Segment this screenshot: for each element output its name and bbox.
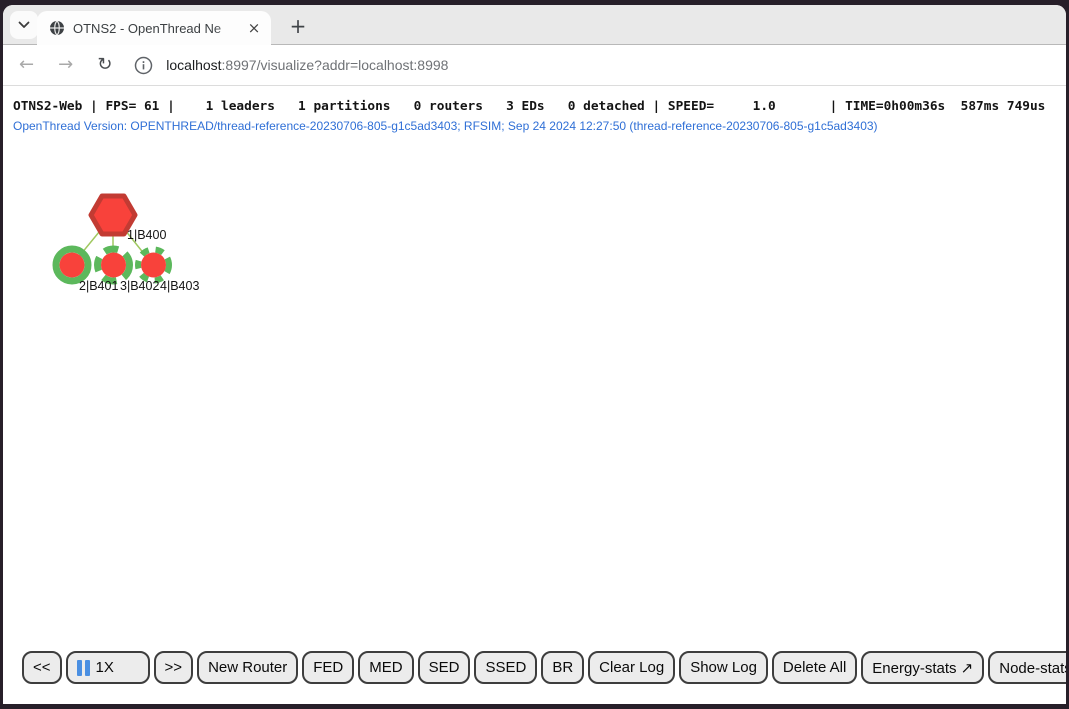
forward-icon[interactable]: →: [58, 54, 73, 76]
node-2-label: 2|B401: [79, 279, 118, 293]
pause-icon: [77, 660, 90, 676]
med-button[interactable]: MED: [358, 651, 413, 684]
node-stats-button[interactable]: Node-stats ↗: [988, 651, 1066, 684]
new-tab-button[interactable]: +: [285, 13, 311, 39]
browser-window: OTNS2 - OpenThread Ne × + ← → ↻ localhos…: [3, 5, 1066, 704]
tab-strip: OTNS2 - OpenThread Ne × +: [3, 5, 1066, 45]
speed-button[interactable]: 1X: [66, 651, 150, 684]
info-circle-icon: [134, 56, 153, 75]
browser-tab[interactable]: OTNS2 - OpenThread Ne ×: [37, 11, 271, 45]
back-icon[interactable]: ←: [19, 54, 34, 76]
speed-down-button[interactable]: <<: [22, 651, 62, 684]
delete-all-button[interactable]: Delete All: [772, 651, 857, 684]
sed-button[interactable]: SED: [418, 651, 471, 684]
tab-close-icon[interactable]: ×: [245, 19, 263, 37]
url-path: :8997/visualize?addr=localhost:8998: [222, 57, 449, 73]
node-3-label: 3|B402: [120, 279, 159, 293]
br-button[interactable]: BR: [541, 651, 584, 684]
tab-search-button[interactable]: [10, 11, 38, 39]
globe-favicon-icon: [49, 20, 65, 36]
site-info-icon[interactable]: [134, 56, 153, 75]
node-1-label: 1|B400: [127, 228, 166, 242]
new-router-button[interactable]: New Router: [197, 651, 298, 684]
node-3[interactable]: [98, 249, 130, 281]
node-4[interactable]: [138, 250, 169, 281]
address-input[interactable]: localhost:8997/visualize?addr=localhost:…: [166, 57, 448, 73]
url-host: localhost: [166, 57, 221, 73]
speed-label: 1X: [96, 659, 114, 676]
clear-log-button[interactable]: Clear Log: [588, 651, 675, 684]
network-canvas[interactable]: 1|B400 2|B401 3|B402 4|B403: [3, 86, 263, 316]
node-4-body: [141, 253, 166, 278]
ssed-button[interactable]: SSED: [474, 651, 537, 684]
node-3-body: [101, 253, 126, 278]
page-content: OTNS2-Web | FPS= 61 | 1 leaders 1 partit…: [3, 86, 1066, 704]
speed-up-button[interactable]: >>: [154, 651, 194, 684]
tab-title: OTNS2 - OpenThread Ne: [73, 21, 245, 36]
node-4-label: 4|B403: [160, 279, 199, 293]
action-toolbar: << 1X >> New Router FED MED SED SSED BR …: [22, 651, 1066, 684]
url-bar: ← → ↻ localhost:8997/visualize?addr=loca…: [3, 45, 1066, 86]
reload-icon[interactable]: ↻: [97, 54, 112, 76]
fed-button[interactable]: FED: [302, 651, 354, 684]
chevron-down-icon: [18, 21, 30, 29]
show-log-button[interactable]: Show Log: [679, 651, 768, 684]
node-2-body: [60, 253, 85, 278]
node-2[interactable]: [56, 249, 88, 281]
energy-stats-button[interactable]: Energy-stats ↗: [861, 651, 984, 684]
